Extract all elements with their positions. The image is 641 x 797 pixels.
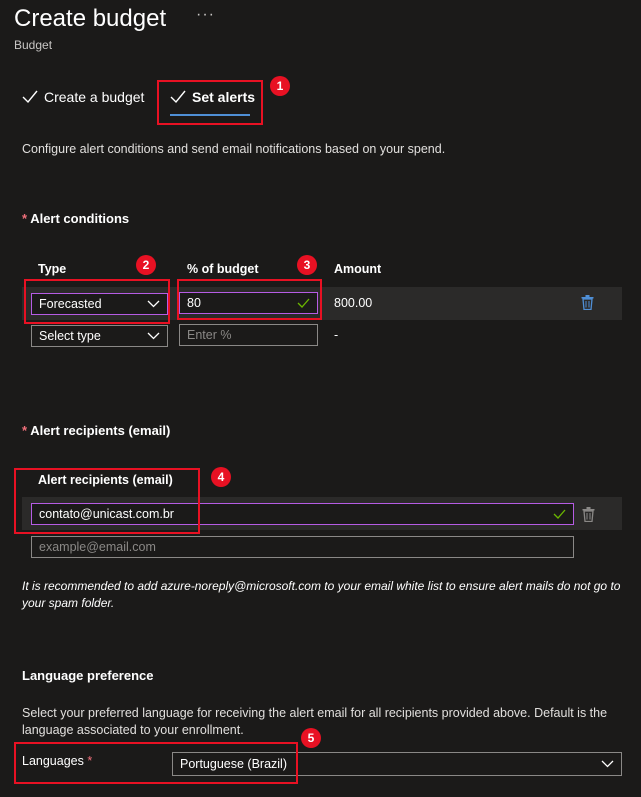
column-header-type: Type <box>38 262 67 276</box>
delete-row-button[interactable] <box>581 295 594 315</box>
annotation-box-4 <box>14 468 200 534</box>
page-subtitle: Budget <box>14 38 53 52</box>
trash-icon <box>581 295 594 314</box>
annotation-box-3 <box>177 279 322 320</box>
column-header-percent: % of budget <box>187 262 259 276</box>
percent-placeholder: Enter % <box>187 328 232 342</box>
type-placeholder: Select type <box>39 329 101 343</box>
amount-value: 800.00 <box>334 296 373 310</box>
valid-check-icon <box>553 509 566 519</box>
email-placeholder: example@email.com <box>39 540 156 554</box>
chevron-down-icon <box>601 760 614 768</box>
section-title: Alert conditions <box>30 211 130 226</box>
trash-icon <box>582 507 595 526</box>
annotation-box-1 <box>157 80 263 125</box>
new-type-select[interactable]: Select type <box>31 325 168 347</box>
checkmark-icon <box>22 90 38 104</box>
page-description: Configure alert conditions and send emai… <box>22 142 446 156</box>
language-preference-heading: Language preference <box>22 668 154 683</box>
chevron-down-icon <box>147 332 160 340</box>
required-marker: * <box>22 211 28 226</box>
new-amount-value: - <box>334 328 339 342</box>
page-title: Create budget <box>14 5 167 32</box>
annotation-badge-5: 5 <box>301 728 321 748</box>
new-percent-input[interactable]: Enter % <box>179 324 318 346</box>
language-description: Select your preferred language for recei… <box>22 706 608 737</box>
alert-conditions-heading: * Alert conditions <box>22 211 129 226</box>
section-title: Alert recipients (email) <box>30 423 171 438</box>
column-header-amount: Amount <box>334 262 382 276</box>
annotation-badge-4: 4 <box>211 467 231 487</box>
annotation-badge-2: 2 <box>136 255 156 275</box>
step-label: Create a budget <box>44 89 145 105</box>
annotation-badge-3: 3 <box>297 255 317 275</box>
annotation-box-2 <box>24 279 170 324</box>
required-marker: * <box>22 423 28 438</box>
annotation-box-5 <box>14 742 298 784</box>
delete-recipient-button[interactable] <box>582 507 595 527</box>
alert-recipients-heading: * Alert recipients (email) <box>22 423 170 438</box>
annotation-badge-1: 1 <box>270 76 290 96</box>
step-create-budget[interactable]: Create a budget <box>22 89 144 105</box>
new-recipient-email-input[interactable]: example@email.com <box>31 536 574 558</box>
more-options-button[interactable]: ··· <box>196 6 215 24</box>
whitelist-note: It is recommended to add azure-noreply@m… <box>22 579 621 610</box>
